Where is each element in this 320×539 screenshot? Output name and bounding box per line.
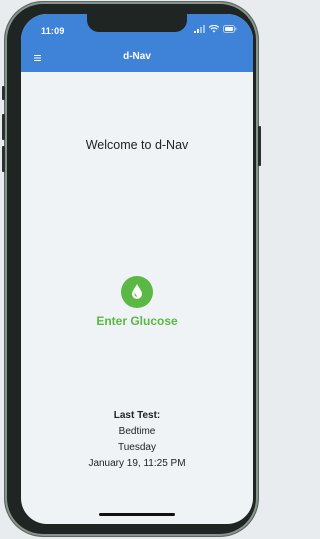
last-test-datetime: January 19, 11:25 PM xyxy=(88,458,186,469)
last-test-info: Last Test: Bedtime Tuesday January 19, 1… xyxy=(21,408,253,472)
enter-glucose-circle[interactable] xyxy=(121,276,153,308)
volume-down-button xyxy=(2,146,5,172)
battery-icon xyxy=(223,25,237,33)
app-title: d-Nav xyxy=(123,51,151,62)
welcome-heading: Welcome to d-Nav xyxy=(85,138,189,152)
app-screen: 11:09 d-Nav Welcome to d-Nav Enter Gluco… xyxy=(21,14,253,524)
status-icons xyxy=(194,25,237,33)
water-drop-icon xyxy=(132,284,142,299)
enter-glucose-label[interactable]: Enter Glucose xyxy=(87,314,187,328)
phone-frame: 11:09 d-Nav Welcome to d-Nav Enter Gluco… xyxy=(2,2,261,536)
last-test-period: Bedtime xyxy=(118,426,156,437)
last-test-day: Tuesday xyxy=(118,442,156,453)
wifi-icon xyxy=(209,25,219,33)
last-test-title: Last Test: xyxy=(113,410,161,421)
signal-icon xyxy=(194,25,205,33)
silent-switch xyxy=(2,86,5,100)
nav-bar: d-Nav xyxy=(21,44,253,72)
volume-up-button xyxy=(2,114,5,140)
power-button xyxy=(258,126,261,166)
status-bar: 11:09 xyxy=(21,14,253,44)
home-indicator[interactable] xyxy=(99,513,175,516)
notch xyxy=(87,14,187,32)
status-time: 11:09 xyxy=(41,26,65,36)
enter-glucose-button[interactable]: Enter Glucose xyxy=(87,276,187,330)
